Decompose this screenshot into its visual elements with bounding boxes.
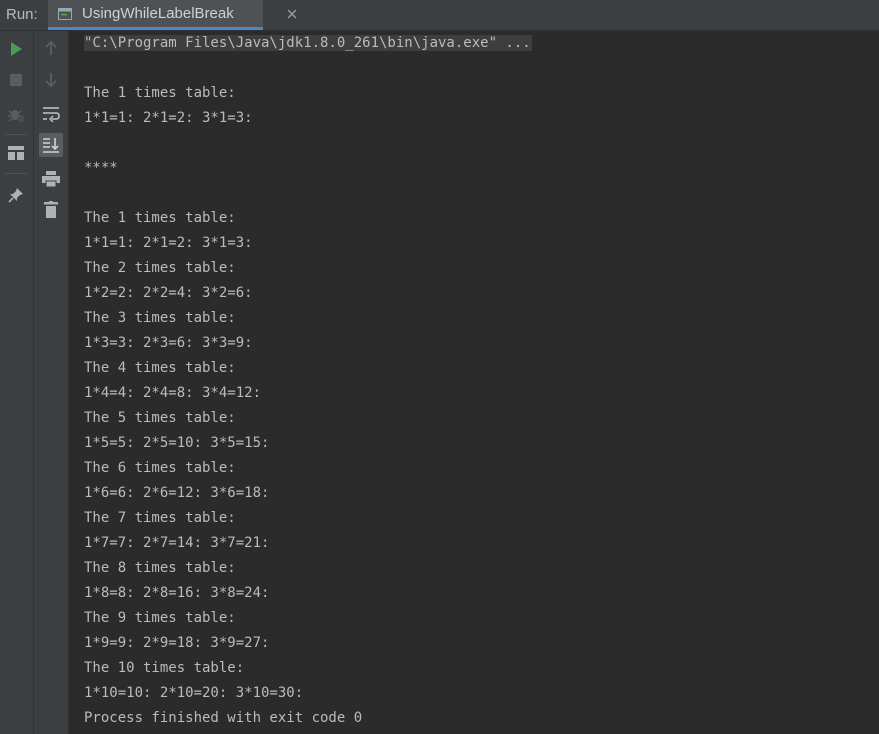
toolbar-separator: [5, 134, 27, 135]
console-line: 1*8=8: 2*8=16: 3*8=24:: [84, 585, 270, 601]
console-line: 1*2=2: 2*2=4: 3*2=6:: [84, 285, 253, 301]
layout-icon[interactable]: [4, 141, 28, 165]
console-line: 1*9=9: 2*9=18: 3*9=27:: [84, 635, 270, 651]
console-line: The 9 times table:: [84, 610, 236, 626]
console-line: The 1 times table:: [84, 210, 236, 226]
debug-icon[interactable]: [4, 102, 28, 126]
toolbar-separator: [5, 173, 27, 174]
scroll-to-end-icon[interactable]: [39, 133, 63, 157]
console-line: The 7 times table:: [84, 510, 236, 526]
console-line: The 2 times table:: [84, 260, 236, 276]
stop-icon[interactable]: [4, 68, 28, 92]
close-icon[interactable]: [284, 6, 300, 22]
run-header-bar: Run: UsingWhileLabelBreak: [0, 0, 879, 31]
soft-wrap-icon[interactable]: [39, 102, 63, 126]
arrow-down-icon[interactable]: [39, 68, 63, 92]
console-line: 1*10=10: 2*10=20: 3*10=30:: [84, 685, 304, 701]
console-line: 1*5=5: 2*5=10: 3*5=15:: [84, 435, 270, 451]
console-line: 1*7=7: 2*7=14: 3*7=21:: [84, 535, 270, 551]
console-line: 1*4=4: 2*4=8: 3*4=12:: [84, 385, 262, 401]
console-tab-icon: [58, 7, 72, 21]
arrow-up-icon[interactable]: [39, 36, 63, 60]
console-line: The 6 times table:: [84, 460, 236, 476]
console-actions-toolbar: [34, 31, 69, 734]
console-line: The 8 times table:: [84, 560, 236, 576]
run-config-tab[interactable]: UsingWhileLabelBreak: [48, 0, 297, 30]
run-icon[interactable]: [4, 37, 28, 61]
trash-icon[interactable]: [39, 198, 63, 222]
run-label: Run:: [6, 6, 38, 23]
console-line: 1*3=3: 2*3=6: 3*3=9:: [84, 335, 253, 351]
console-command-line: "C:\Program Files\Java\jdk1.8.0_261\bin\…: [84, 31, 532, 56]
console-line: The 10 times table:: [84, 660, 245, 676]
run-actions-toolbar: [0, 31, 34, 734]
console-line: 1*1=1: 2*1=2: 3*1=3:: [84, 110, 253, 126]
print-icon[interactable]: [39, 167, 63, 191]
exit-status-line: Process finished with exit code 0: [84, 710, 363, 726]
console-output[interactable]: "C:\Program Files\Java\jdk1.8.0_261\bin\…: [69, 31, 879, 734]
run-tool-window: Run: UsingWhileLabelBreak "C:\Program Fi…: [0, 0, 879, 734]
run-config-tab-label: UsingWhileLabelBreak: [82, 5, 234, 22]
console-line: The 5 times table:: [84, 410, 236, 426]
java-command: "C:\Program Files\Java\jdk1.8.0_261\bin\…: [84, 35, 532, 51]
console-line: The 3 times table:: [84, 310, 236, 326]
console-line: 1*1=1: 2*1=2: 3*1=3:: [84, 235, 253, 251]
console-line: ****: [84, 160, 118, 176]
console-line: 1*6=6: 2*6=12: 3*6=18:: [84, 485, 270, 501]
console-line: The 4 times table:: [84, 360, 236, 376]
pin-icon[interactable]: [4, 183, 28, 207]
console-line: The 1 times table:: [84, 85, 236, 101]
